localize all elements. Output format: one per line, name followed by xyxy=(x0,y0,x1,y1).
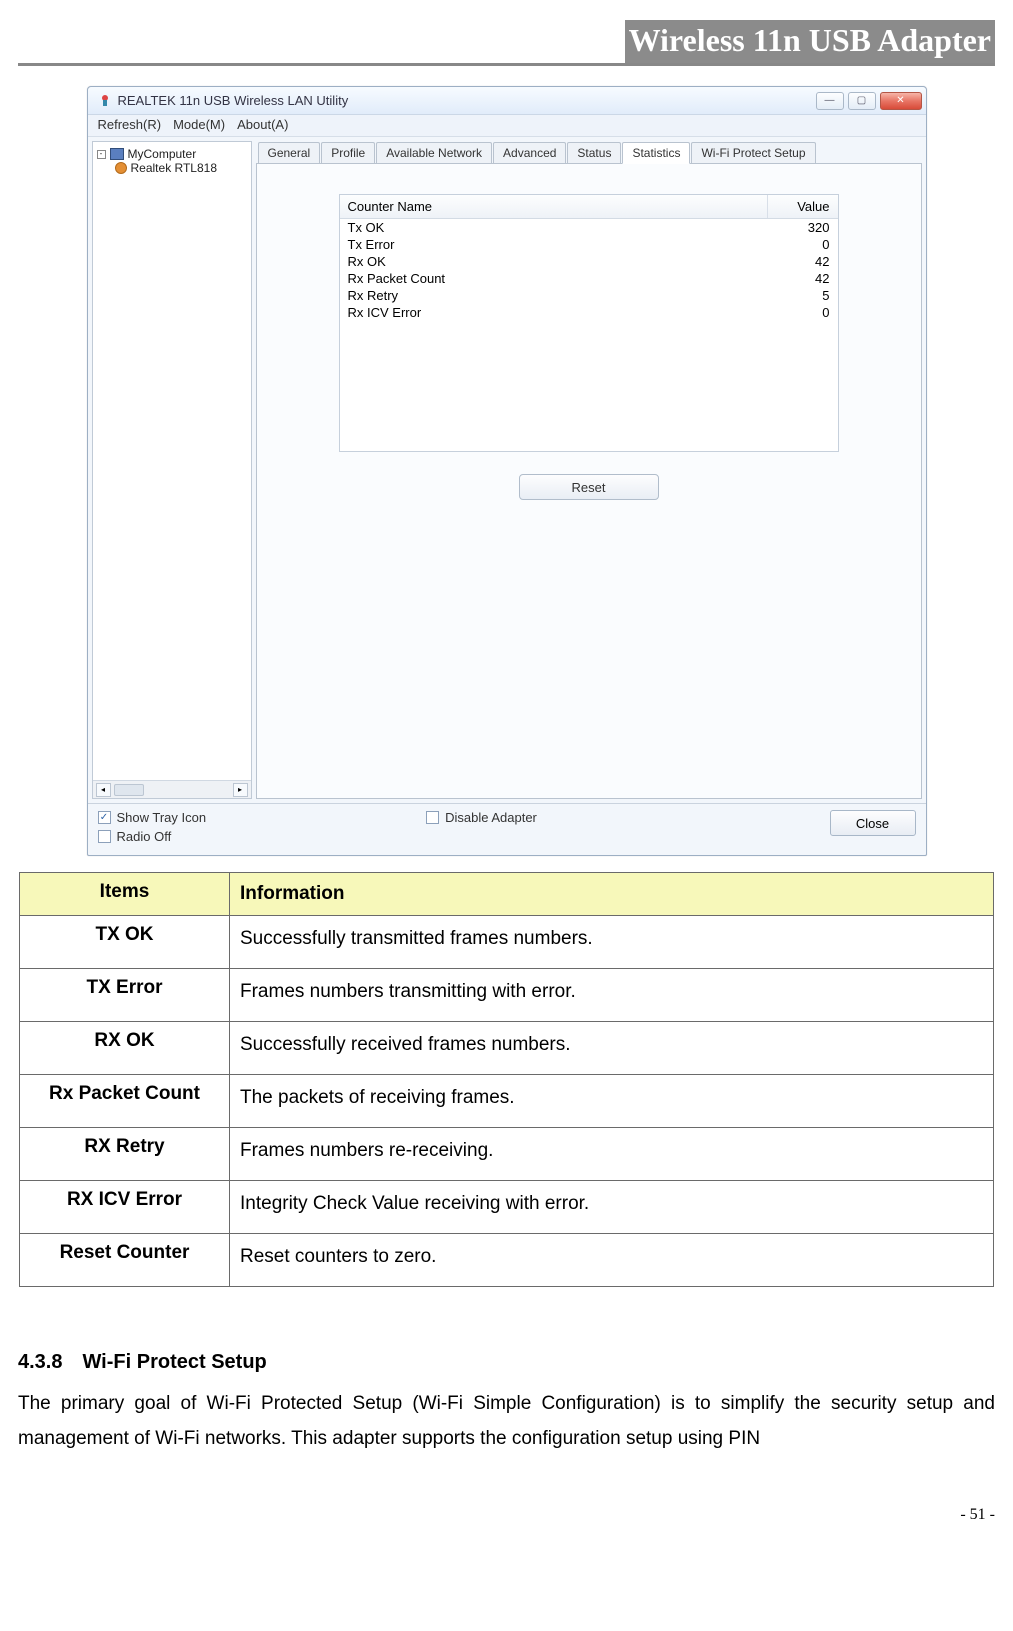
header-items: Items xyxy=(20,873,230,916)
statistics-table: Counter Name Value Tx OK320 Tx Error0 Rx… xyxy=(339,194,839,452)
adapter-icon xyxy=(115,162,127,174)
tree-h-scrollbar[interactable]: ◂ ▸ xyxy=(93,780,251,798)
tab-statistics[interactable]: Statistics xyxy=(622,142,690,164)
tab-profile[interactable]: Profile xyxy=(321,142,375,163)
tab-strip: General Profile Available Network Advanc… xyxy=(256,141,922,163)
scroll-right-icon[interactable]: ▸ xyxy=(233,783,248,797)
menu-bar: Refresh(R) Mode(M) About(A) xyxy=(88,115,926,137)
minimize-button[interactable]: — xyxy=(816,92,844,110)
table-row: Reset CounterReset counters to zero. xyxy=(20,1234,994,1287)
tree-child[interactable]: Realtek RTL818 xyxy=(115,161,247,175)
section-heading: 4.3.8 Wi-Fi Protect Setup xyxy=(18,1351,995,1374)
menu-about[interactable]: About(A) xyxy=(237,117,288,134)
page-number: - 51 - xyxy=(0,1506,995,1524)
app-window: REALTEK 11n USB Wireless LAN Utility — ▢… xyxy=(87,86,927,856)
table-row: Rx ICV Error0 xyxy=(340,304,838,321)
stats-header-value: Value xyxy=(768,195,838,218)
tree-root[interactable]: - MyComputer xyxy=(97,147,247,161)
section-number: 4.3.8 xyxy=(18,1351,62,1374)
section-title: Wi-Fi Protect Setup xyxy=(82,1351,266,1374)
stats-header-row: Counter Name Value xyxy=(340,195,838,219)
show-tray-checkbox[interactable] xyxy=(98,811,111,824)
tree-root-label: MyComputer xyxy=(128,147,197,161)
disable-adapter-checkbox[interactable] xyxy=(426,811,439,824)
table-row: RX ICV ErrorIntegrity Check Value receiv… xyxy=(20,1181,994,1234)
show-tray-label: Show Tray Icon xyxy=(117,810,207,825)
computer-icon xyxy=(110,148,124,160)
scroll-left-icon[interactable]: ◂ xyxy=(96,783,111,797)
disable-adapter-label: Disable Adapter xyxy=(445,810,537,825)
menu-refresh[interactable]: Refresh(R) xyxy=(98,117,162,134)
table-row: Tx OK320 xyxy=(340,219,838,236)
radio-off-checkbox[interactable] xyxy=(98,830,111,843)
tab-wps[interactable]: Wi-Fi Protect Setup xyxy=(691,142,815,163)
table-row: Rx OK42 xyxy=(340,253,838,270)
stats-header-name: Counter Name xyxy=(340,195,768,218)
close-button[interactable]: Close xyxy=(830,810,916,836)
window-titlebar: REALTEK 11n USB Wireless LAN Utility — ▢… xyxy=(88,87,926,115)
screenshot-container: REALTEK 11n USB Wireless LAN Utility — ▢… xyxy=(0,86,1013,856)
table-row: RX RetryFrames numbers re-receiving. xyxy=(20,1128,994,1181)
table-row: Rx Retry5 xyxy=(340,287,838,304)
window-close-button[interactable]: ✕ xyxy=(880,92,922,110)
window-bottom-bar: Show Tray Icon Radio Off Disable Adapter… xyxy=(88,803,926,855)
tab-content: Counter Name Value Tx OK320 Tx Error0 Rx… xyxy=(256,163,922,799)
table-row: TX OKSuccessfully transmitted frames num… xyxy=(20,916,994,969)
section-body: The primary goal of Wi-Fi Protected Setu… xyxy=(18,1386,995,1456)
scroll-thumb[interactable] xyxy=(114,784,144,796)
tab-status[interactable]: Status xyxy=(567,142,621,163)
collapse-icon[interactable]: - xyxy=(97,150,106,159)
table-row: Rx Packet Count42 xyxy=(340,270,838,287)
table-row: RX OKSuccessfully received frames number… xyxy=(20,1022,994,1075)
maximize-button[interactable]: ▢ xyxy=(848,92,876,110)
table-row: Rx Packet CountThe packets of receiving … xyxy=(20,1075,994,1128)
tab-advanced[interactable]: Advanced xyxy=(493,142,566,163)
app-icon xyxy=(97,93,113,109)
tab-panel: General Profile Available Network Advanc… xyxy=(256,141,922,799)
table-header-row: Items Information xyxy=(20,873,994,916)
device-tree-panel: - MyComputer Realtek RTL818 ◂ ▸ xyxy=(92,141,252,799)
table-row: TX ErrorFrames numbers transmitting with… xyxy=(20,969,994,1022)
page-header: Wireless 11n USB Adapter xyxy=(18,20,995,66)
window-title: REALTEK 11n USB Wireless LAN Utility xyxy=(118,93,349,108)
tree-child-label: Realtek RTL818 xyxy=(131,161,218,175)
table-row: Tx Error0 xyxy=(340,236,838,253)
menu-mode[interactable]: Mode(M) xyxy=(173,117,225,134)
reset-button[interactable]: Reset xyxy=(519,474,659,500)
items-information-table: Items Information TX OKSuccessfully tran… xyxy=(19,872,994,1287)
radio-off-label: Radio Off xyxy=(117,829,172,844)
header-information: Information xyxy=(230,873,994,916)
page-title: Wireless 11n USB Adapter xyxy=(625,20,995,63)
tab-general[interactable]: General xyxy=(258,142,321,163)
tab-available-network[interactable]: Available Network xyxy=(376,142,492,163)
